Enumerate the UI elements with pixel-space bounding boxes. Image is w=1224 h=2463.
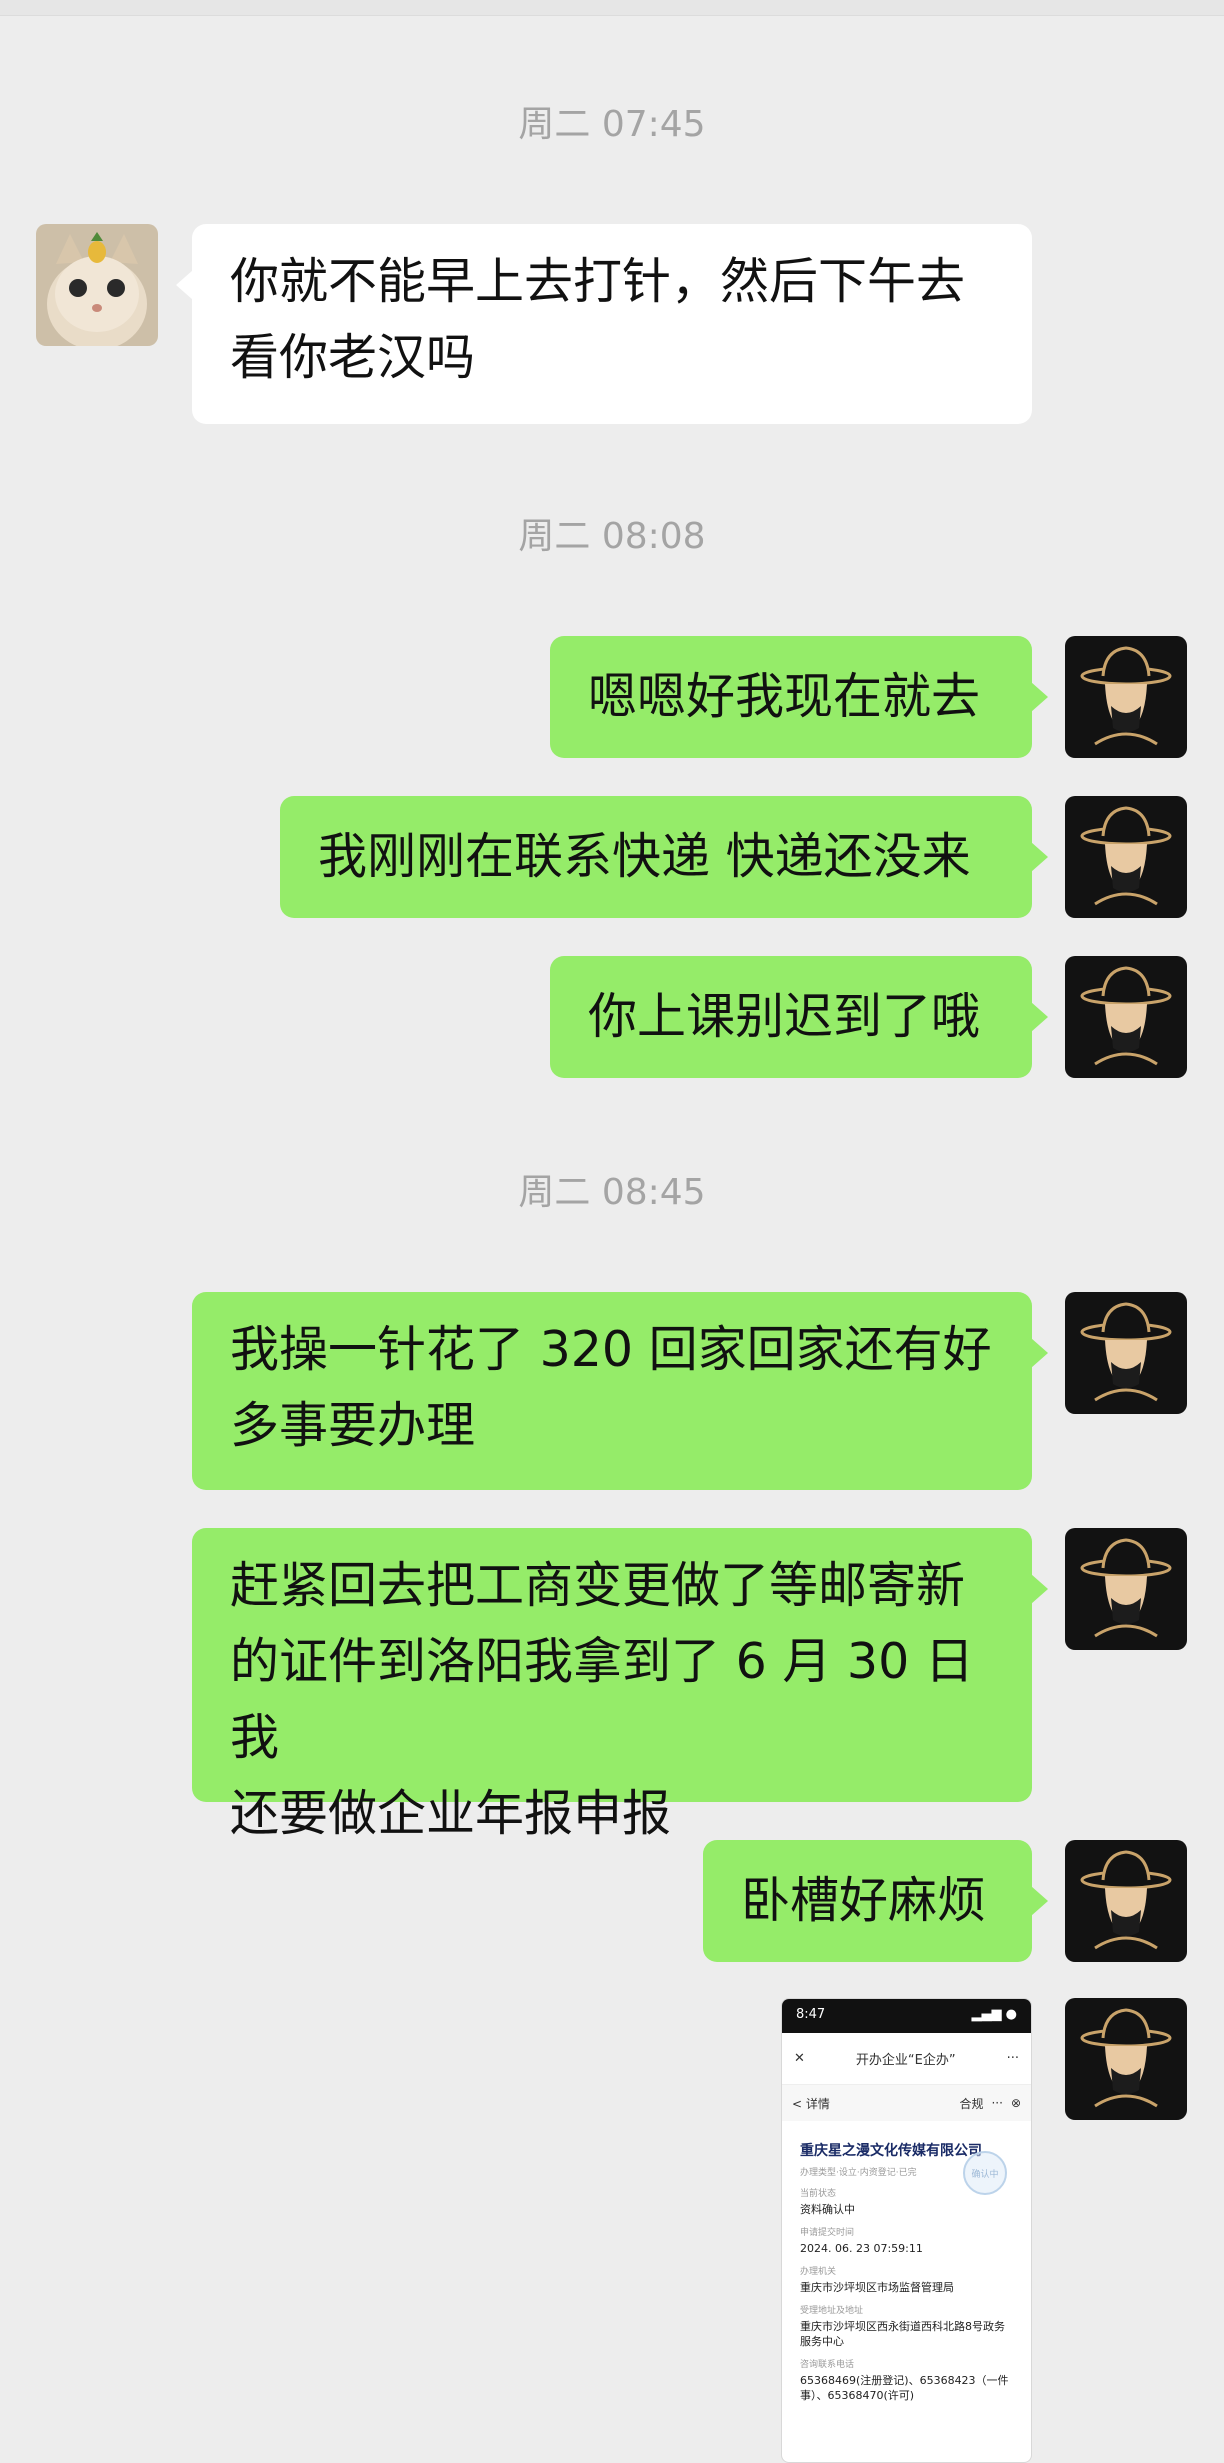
message-text: 看你老汉吗 xyxy=(230,329,476,386)
status-icons: ▂▄▆ ● xyxy=(971,2007,1017,2022)
hat-man-avatar-icon[interactable] xyxy=(1065,1528,1187,1650)
field-value: 重庆市沙坪坝区西永街道西科北路8号政务服务中心 xyxy=(800,2320,1005,2348)
message-text: 卧槽好麻烦 xyxy=(741,1872,987,1929)
message-bubble-outgoing[interactable]: 我操一针花了 320 回家回家还有好 多事要办理 xyxy=(192,1292,1048,1490)
header-action: 合规 xyxy=(959,2096,984,2111)
message-text: 我操一针花了 320 回家回家还有好 xyxy=(230,1321,992,1378)
message-bubble-incoming[interactable]: 你就不能早上去打针，然后下午去 看你老汉吗 xyxy=(176,224,1032,424)
details-back: < 详情 xyxy=(792,2096,830,2111)
message-text: 赶紧回去把工商变更做了等邮寄新 xyxy=(230,1557,966,1614)
hat-man-avatar-icon[interactable] xyxy=(1065,1998,1187,2120)
back-icon: ✕ xyxy=(794,2051,805,2066)
message-text: 的证件到洛阳我拿到了 6 月 30 日我 xyxy=(230,1633,974,1766)
field-value: 2024. 06. 23 07:59:11 xyxy=(800,2242,923,2255)
image-nav-title: 开办企业“E企办” xyxy=(855,2053,956,2068)
message-text: 我刚刚在联系快递 快递还没来 xyxy=(318,828,971,885)
field-label: 申请提交时间 xyxy=(800,2228,855,2238)
status-stamp: 确认中 xyxy=(963,2151,1007,2195)
field-label: 受理地址及地址 xyxy=(800,2306,864,2316)
header-action: ⊗ xyxy=(1010,2096,1021,2110)
message-bubble-outgoing[interactable]: 你上课别迟到了哦 xyxy=(550,956,1048,1078)
image-nav-bar: ✕ 开办企业“E企办” ··· xyxy=(782,2033,1031,2085)
cat-avatar-icon[interactable] xyxy=(36,224,158,346)
hat-man-avatar-icon[interactable] xyxy=(1065,1292,1187,1414)
hat-man-avatar-icon[interactable] xyxy=(1065,796,1187,918)
field-value: 资料确认中 xyxy=(800,2203,855,2216)
top-divider xyxy=(0,0,1224,16)
status-time: 8:47 xyxy=(796,2007,826,2022)
message-text: 嗯嗯好我现在就去 xyxy=(588,668,981,725)
more-icon: ··· xyxy=(1006,2051,1019,2066)
message-text: 你就不能早上去打针，然后下午去 xyxy=(230,253,966,310)
company-card: 重庆星之漫文化传媒有限公司 办理类型·设立·内资登记·已完 确认中 当前状态 资… xyxy=(792,2131,1021,2413)
field-label: 咨询联系电话 xyxy=(800,2360,855,2370)
header-action: ··· xyxy=(991,2096,1003,2110)
message-text: 你上课别迟到了哦 xyxy=(588,988,981,1045)
image-sub-bar: < 详情 合规 ··· ⊗ xyxy=(782,2085,1031,2121)
timestamp: 周二 08:08 xyxy=(518,516,706,557)
field-label: 办理机关 xyxy=(800,2267,837,2277)
field-value: 65368469(注册登记)、65368423（一件事）、65368470(许可… xyxy=(800,2374,1009,2402)
image-message[interactable]: 8:47 ▂▄▆ ● ✕ 开办企业“E企办” ··· < 详情 合规 ··· ⊗… xyxy=(781,1998,1032,2463)
field-value: 重庆市沙坪坝区市场监督管理局 xyxy=(800,2281,954,2294)
message-bubble-outgoing[interactable]: 嗯嗯好我现在就去 xyxy=(550,636,1048,758)
hat-man-avatar-icon[interactable] xyxy=(1065,636,1187,758)
message-bubble-outgoing[interactable]: 赶紧回去把工商变更做了等邮寄新 的证件到洛阳我拿到了 6 月 30 日我 还要做… xyxy=(192,1528,1048,1842)
message-bubble-outgoing[interactable]: 我刚刚在联系快递 快递还没来 xyxy=(280,796,1048,918)
timestamp: 周二 08:45 xyxy=(518,1172,706,1213)
status-bar: 8:47 ▂▄▆ ● xyxy=(782,1999,1031,2033)
hat-man-avatar-icon[interactable] xyxy=(1065,1840,1187,1962)
message-bubble-outgoing[interactable]: 卧槽好麻烦 xyxy=(703,1840,1048,1962)
hat-man-avatar-icon[interactable] xyxy=(1065,956,1187,1078)
message-text: 多事要办理 xyxy=(230,1397,476,1454)
timestamp: 周二 07:45 xyxy=(518,104,706,145)
